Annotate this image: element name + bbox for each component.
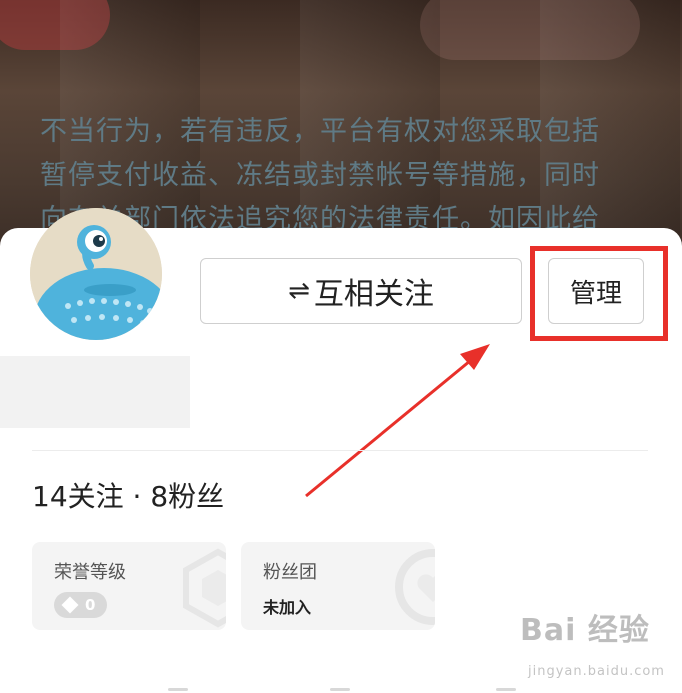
baidu-jingyan-watermark: Bai 经验 [520,613,650,648]
diamond-icon [61,596,79,614]
cover-notice-line: 暂停支付收益、冻结或封禁帐号等措施，同时 [40,160,600,191]
mutual-follow-label: 互相关注 [313,277,434,312]
alien-creature-icon [30,208,162,340]
heart-badge-icon [395,549,435,625]
watermark-url: jingyan.baidu.com [528,664,665,679]
annotation-arrow-icon [305,344,490,498]
hexagon-watermark-icon [183,548,226,628]
honor-level-badge: 0 [54,592,108,618]
cover-notice-line: 不当行为，若有违反，平台有权对您采取包括 [40,116,600,147]
follow-stats[interactable]: 14关注 · 8粉丝 [32,475,224,515]
honor-level-value: 0 [85,596,96,614]
fan-group-status: 未加入 [263,598,312,617]
honor-level-tile[interactable]: 荣誉等级 0 [32,542,226,630]
mutual-follow-button[interactable]: ⇌ 互相关注 [200,258,522,324]
tab-hint-mark [330,688,350,691]
avatar[interactable] [30,208,162,340]
fan-group-tile[interactable]: 粉丝团 未加入 [241,542,435,630]
annotation-highlight-box [530,246,668,341]
username-placeholder [0,356,190,428]
honor-level-label: 荣誉等级 [54,562,126,583]
swap-arrows-icon: ⇌ [288,276,310,306]
fan-group-label: 粉丝团 [263,562,317,583]
tab-hint-mark [168,688,188,691]
tab-hint-mark [496,688,516,691]
divider [32,450,648,451]
bottom-tab-hint [0,688,682,693]
